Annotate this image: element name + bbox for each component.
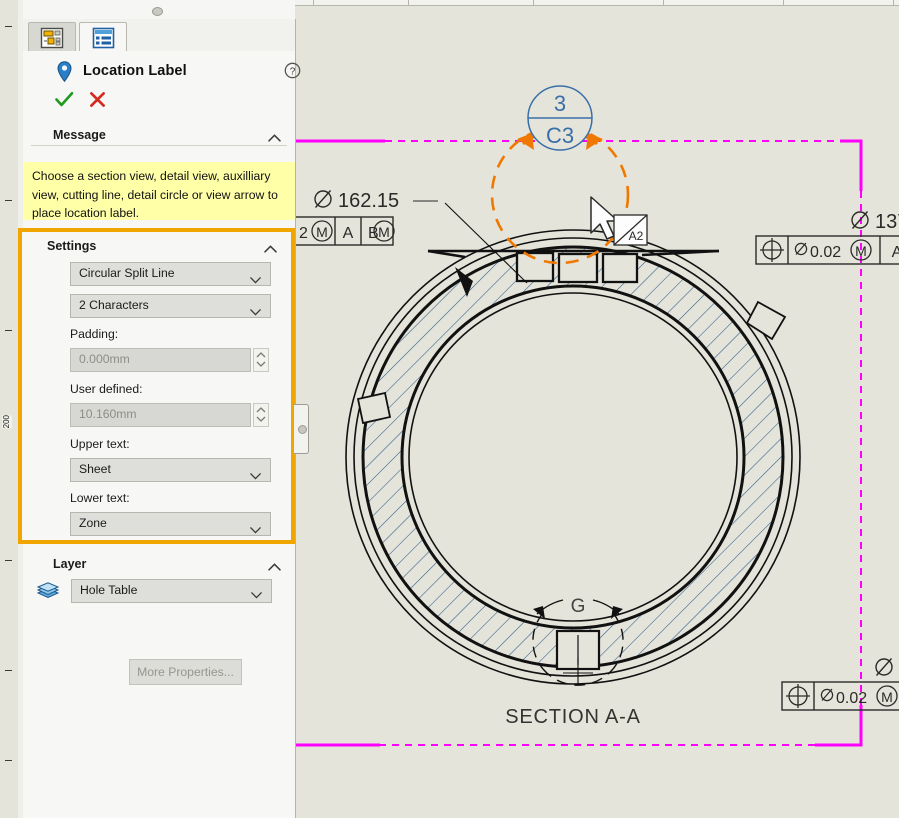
panel-tab-bar — [23, 19, 295, 54]
accept-button[interactable] — [55, 91, 74, 111]
lower-text-combo[interactable]: Zone — [70, 512, 271, 536]
upper-text-combo[interactable]: Sheet — [70, 458, 271, 482]
svg-text:?: ? — [290, 66, 296, 77]
padding-stepper[interactable] — [253, 348, 269, 372]
panel-header: Location Label ? — [23, 51, 301, 146]
cursor-label: A2 — [629, 229, 644, 243]
label-style-combo[interactable]: Circular Split Line — [70, 262, 271, 286]
section-title: SECTION A-A — [505, 706, 641, 728]
user-defined-input[interactable]: 10.160mm — [70, 403, 251, 427]
svg-text:A: A — [892, 244, 899, 261]
vertical-ruler: 200 — [0, 0, 19, 818]
feature-manager-tab[interactable] — [28, 22, 76, 52]
splitter-grip-dot — [298, 425, 307, 434]
label-style-value: Circular Split Line — [79, 266, 175, 280]
chevron-down-icon — [250, 271, 261, 289]
location-label-balloon[interactable]: 3 C3 — [527, 85, 593, 151]
lower-text-label: Lower text: — [70, 491, 130, 505]
upper-text-value: Sheet — [79, 462, 111, 476]
layer-section-header[interactable]: Layer — [23, 552, 295, 578]
chevron-up-icon[interactable] — [268, 131, 281, 145]
settings-section: Settings Circular Split Line 2 Character… — [18, 228, 295, 544]
message-section-label: Message — [53, 128, 106, 142]
chevron-up-icon[interactable] — [268, 560, 281, 574]
padding-label: Padding: — [70, 327, 119, 341]
layers-stack-icon — [36, 582, 60, 603]
layer-combo[interactable]: Hole Table — [71, 579, 272, 603]
right-dimension-value: 137 — [875, 211, 899, 233]
layer-section-label: Layer — [53, 557, 87, 571]
mouse-cursor: A2 — [588, 195, 654, 251]
more-properties-button[interactable]: More Properties... — [129, 659, 242, 685]
chevron-down-icon — [250, 521, 261, 539]
svg-text:B: B — [368, 225, 379, 242]
property-list-icon — [92, 27, 114, 49]
svg-text:M: M — [881, 689, 893, 705]
balloon-upper-text: 3 — [554, 91, 566, 116]
panel-splitter-handle[interactable] — [294, 404, 309, 454]
padding-input[interactable]: 0.000mm — [70, 348, 251, 372]
question-mark-icon[interactable]: ? — [284, 62, 301, 82]
detail-arc-letter-G: G — [571, 596, 586, 617]
svg-text:0.02: 0.02 — [810, 244, 841, 261]
character-count-combo[interactable]: 2 Characters — [70, 294, 271, 318]
lower-text-value: Zone — [79, 516, 107, 530]
character-count-value: 2 Characters — [79, 298, 149, 312]
svg-text:M: M — [316, 224, 328, 240]
chevron-up-icon[interactable] — [264, 242, 277, 256]
chevron-down-icon — [251, 588, 262, 602]
balloon-lower-text: C3 — [546, 123, 574, 148]
padding-value: 0.000mm — [79, 352, 130, 366]
svg-text:0.02: 0.02 — [836, 690, 867, 707]
cad-drawing: G C 3 C3 162.15 — [295, 5, 899, 818]
user-defined-stepper[interactable] — [253, 403, 269, 427]
layer-combo-value: Hole Table — [80, 583, 138, 597]
message-box: Choose a section view, detail view, auxi… — [23, 162, 295, 220]
svg-text:A: A — [343, 225, 354, 242]
feature-tree-icon — [40, 27, 64, 48]
message-section-header[interactable]: Message — [23, 123, 295, 149]
svg-text:M: M — [855, 243, 867, 259]
ruler-label-200: 200 — [2, 415, 12, 429]
location-pin-icon — [57, 61, 72, 85]
user-defined-label: User defined: — [70, 382, 143, 396]
chevron-down-icon — [250, 467, 261, 485]
property-manager-tab[interactable] — [79, 22, 127, 54]
svg-text:2: 2 — [299, 225, 308, 242]
left-dimension-value: 162.15 — [338, 190, 399, 212]
chevron-down-icon — [250, 303, 261, 321]
drawing-canvas[interactable]: G C 3 C3 162.15 — [295, 5, 899, 818]
cancel-button[interactable] — [89, 91, 106, 111]
page-title: Location Label — [83, 63, 187, 79]
settings-section-label: Settings — [47, 239, 97, 253]
panel-pin-grip[interactable] — [152, 7, 163, 16]
svg-text:M: M — [378, 224, 390, 240]
upper-text-label: Upper text: — [70, 437, 130, 451]
user-defined-value: 10.160mm — [79, 407, 137, 421]
settings-section-header[interactable]: Settings — [17, 234, 287, 260]
